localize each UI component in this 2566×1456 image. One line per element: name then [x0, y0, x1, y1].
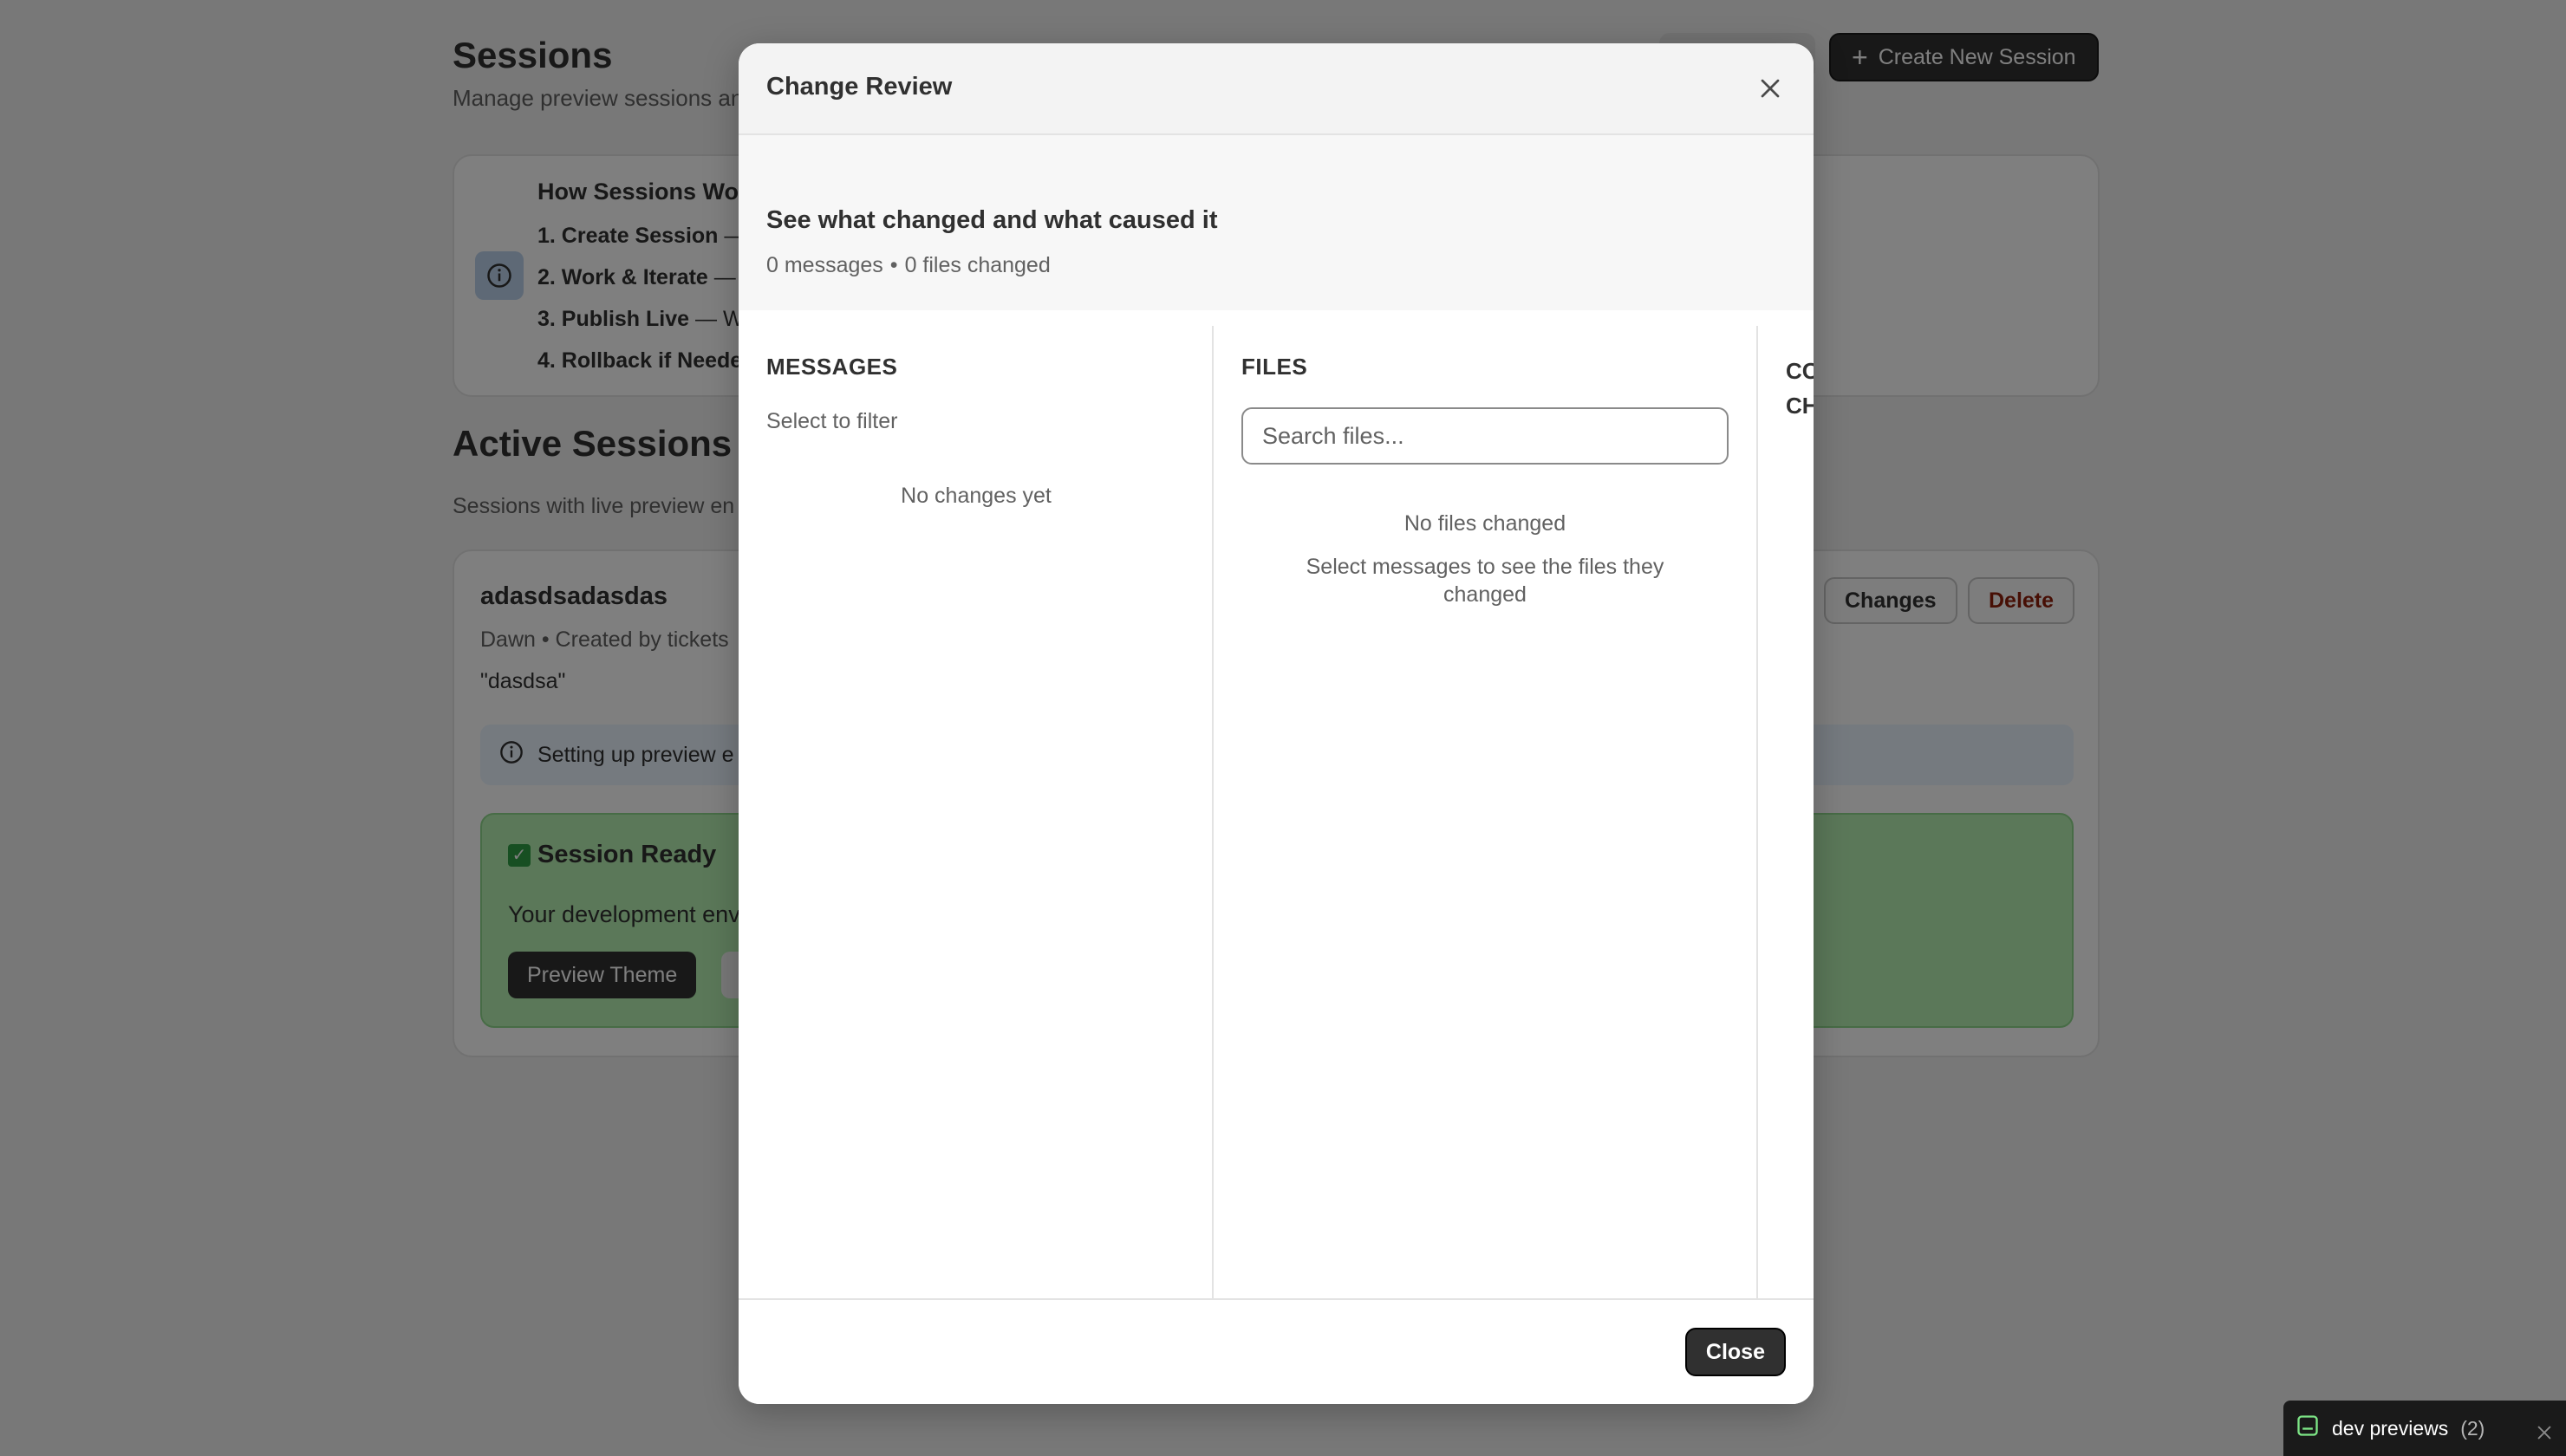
context-column: CO CH: [1758, 326, 1814, 1343]
dev-previews-count: (2): [2460, 1416, 2485, 1440]
modal-footer: Close: [739, 1298, 1814, 1404]
files-column: FILES No files changed Select messages t…: [1214, 326, 1758, 1343]
change-review-modal: Change Review See what changed and what …: [739, 43, 1814, 1404]
modal-title: Change Review: [766, 73, 953, 101]
messages-empty-state: No changes yet: [901, 484, 1052, 508]
files-count: 0 files changed: [904, 253, 1051, 277]
dev-previews-toolbar[interactable]: dev previews (2): [2283, 1401, 2566, 1456]
messages-filter-hint: Select to filter: [766, 409, 898, 433]
search-files-input[interactable]: [1241, 407, 1729, 465]
context-heading: CO CH: [1786, 358, 1814, 419]
files-empty-title: No files changed: [1403, 511, 1566, 536]
files-empty-subtitle: Select messages to see the files they ch…: [1306, 555, 1664, 607]
dev-previews-label: dev previews: [2332, 1416, 2449, 1440]
messages-count: 0 messages: [766, 253, 883, 277]
change-counts: 0 messages • 0 files changed: [766, 253, 1051, 278]
close-icon[interactable]: [2535, 1423, 2554, 1442]
modal-heading: See what changed and what caused it: [766, 206, 1218, 234]
messages-column: MESSAGES Select to filter No changes yet: [739, 326, 1214, 1343]
count-separator: •: [889, 253, 898, 277]
terminal-icon: [2296, 1414, 2320, 1443]
close-icon[interactable]: [1755, 73, 1786, 104]
files-heading: FILES: [1241, 354, 1308, 380]
modal-intro: See what changed and what caused it 0 me…: [739, 135, 1814, 310]
modal-header: Change Review: [739, 43, 1814, 135]
close-button[interactable]: Close: [1684, 1328, 1786, 1376]
messages-heading: MESSAGES: [766, 354, 898, 380]
